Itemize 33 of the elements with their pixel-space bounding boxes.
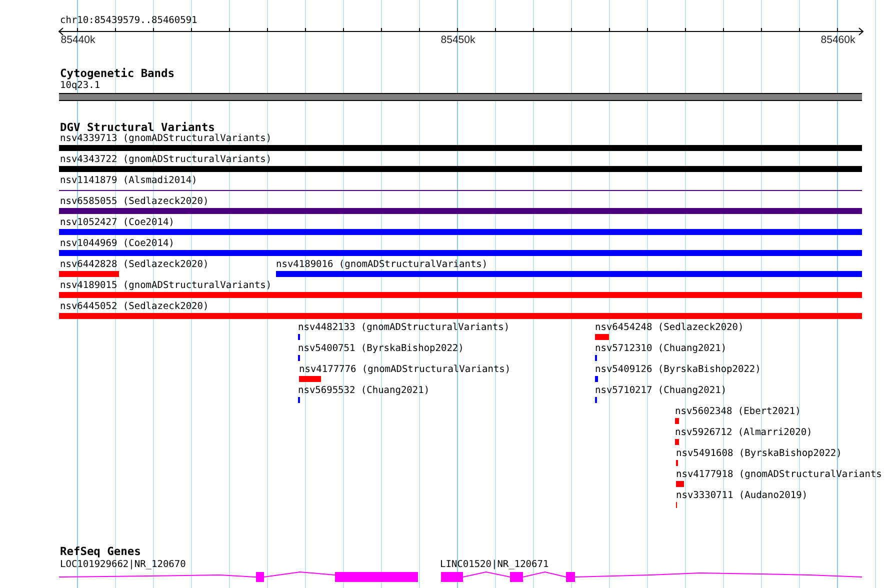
track-title: DGV Structural Variants (60, 122, 215, 134)
tick-label: 85460k (820, 34, 856, 46)
feature-label: nsv3330711 (Audano2019) (676, 490, 808, 501)
gene-label: LOC101929662|NR_120670 (60, 559, 186, 570)
feature-label: nsv5710217 (Chuang2021) (595, 385, 727, 396)
location-label: chr10:85439579..85460591 (60, 15, 198, 26)
feature-label: nsv4189015 (gnomADStructuralVariants) (60, 280, 272, 291)
feature-label: nsv4343722 (gnomADStructuralVariants) (60, 154, 272, 165)
feature-label: nsv4177918 (gnomADStructuralVariants (676, 469, 882, 480)
feature-label: nsv6442828 (Sedlazeck2020) (60, 259, 209, 270)
gene-label: LINC01520|NR_120671 (440, 559, 549, 570)
feature-label: nsv5926712 (Almarri2020) (675, 427, 812, 438)
feature-label: nsv5400751 (ByrskaBishop2022) (298, 343, 464, 354)
tick-label: 85440k (60, 34, 96, 46)
feature-label: nsv1141879 (Alsmadi2014) (60, 175, 198, 186)
feature-label: nsv4189016 (gnomADStructuralVariants) (276, 259, 488, 270)
feature-label: nsv6454248 (Sedlazeck2020) (595, 322, 744, 333)
feature-label: nsv6585055 (Sedlazeck2020) (60, 196, 209, 207)
feature-label: nsv4339713 (gnomADStructuralVariants) (60, 133, 272, 144)
tick-label: 85450k (440, 34, 476, 46)
band-label: 10q23.1 (60, 80, 100, 91)
feature-label: nsv1052427 (Coe2014) (60, 217, 174, 228)
feature-label: nsv5712310 (Chuang2021) (595, 343, 727, 354)
feature-label: nsv1044969 (Coe2014) (60, 238, 174, 249)
feature-label: nsv6445052 (Sedlazeck2020) (60, 301, 209, 312)
feature-label: nsv5602348 (Ebert2021) (675, 406, 801, 417)
track-title: Cytogenetic Bands (60, 68, 175, 80)
feature-label: nsv4482133 (gnomADStructuralVariants) (298, 322, 510, 333)
feature-label: nsv4177776 (gnomADStructuralVariants) (299, 364, 511, 375)
feature-label: nsv5491608 (ByrskaBishop2022) (676, 448, 842, 459)
feature-label: nsv5409126 (ByrskaBishop2022) (595, 364, 761, 375)
track-title: RefSeq Genes (60, 546, 141, 558)
feature-label: nsv5695532 (Chuang2021) (298, 385, 430, 396)
